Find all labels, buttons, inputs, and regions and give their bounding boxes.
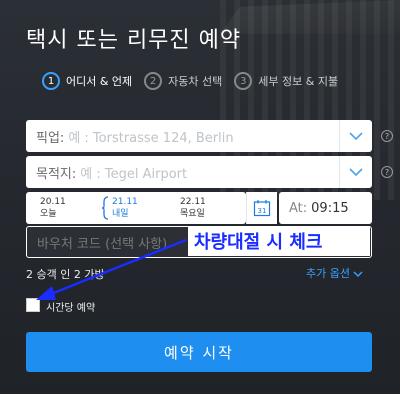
destination-placeholder: 예 : Tegel Airport (80, 166, 188, 182)
hourly-checkbox[interactable] (26, 298, 40, 312)
date-option-tomorrow[interactable]: 21.11 내일 (112, 196, 138, 220)
date-day: 내일 (112, 209, 129, 219)
date-value: 21.11 (112, 197, 138, 207)
calendar-day: 31 (258, 207, 267, 215)
step-number: 3 (234, 72, 253, 90)
hourly-label: 시간당 예약 (46, 303, 96, 314)
date-value: 22.11 (180, 197, 206, 207)
step-number: 2 (144, 72, 163, 90)
time-field[interactable]: At: 09:15 (279, 192, 372, 224)
step-car-select[interactable]: 2 자동차 선택 (144, 72, 222, 90)
date-picker: 20.11 오늘 21.11 내일 22.11 목요일 (26, 192, 246, 224)
step-label: 자동차 선택 (168, 75, 223, 88)
date-value: 20.11 (40, 197, 66, 207)
step-details-payment[interactable]: 3 세부 정보 & 지불 (234, 72, 338, 90)
date-option-today[interactable]: 20.11 오늘 (40, 196, 66, 220)
passenger-summary[interactable]: 2 승객 인 2 가방 (26, 266, 105, 282)
help-icon[interactable]: ? (381, 166, 393, 178)
chevron-down-icon[interactable] (339, 120, 372, 152)
selection-bracket-icon (102, 196, 109, 220)
chevron-down-icon[interactable] (339, 156, 372, 188)
step-indicator: 1 어디서 & 언제 2 자동차 선택 3 세부 정보 & 지불 (42, 72, 350, 90)
date-day: 오늘 (40, 209, 57, 219)
time-prefix: At: (289, 200, 308, 216)
more-options-link[interactable]: 추가 옵션 (306, 265, 363, 281)
date-day: 목요일 (180, 209, 205, 219)
chevron-down-icon (353, 271, 363, 277)
pickup-placeholder: 예 : Torstrasse 124, Berlin (68, 130, 234, 146)
time-value: 09:15 (311, 200, 349, 216)
more-options-label: 추가 옵션 (306, 267, 350, 280)
destination-label: 목적지: (36, 166, 77, 182)
destination-field[interactable]: 목적지: 예 : Tegel Airport (26, 156, 372, 188)
step-number: 1 (42, 72, 60, 90)
start-booking-button[interactable]: 예약 시작 (26, 332, 372, 372)
calendar-icon: 31 (253, 200, 271, 217)
annotation-label: 차량대절 시 체크 (188, 226, 370, 256)
step-label: 어디서 & 언제 (66, 75, 133, 88)
date-option-thursday[interactable]: 22.11 목요일 (180, 196, 206, 220)
page-title: 택시 또는 리무진 예약 (26, 28, 242, 53)
help-icon[interactable]: ? (381, 130, 393, 142)
step-label: 세부 정보 & 지불 (258, 75, 339, 88)
pickup-label: 픽업: (36, 130, 65, 146)
pickup-field[interactable]: 픽업: 예 : Torstrasse 124, Berlin (26, 120, 372, 152)
step-where-when[interactable]: 1 어디서 & 언제 (42, 72, 132, 90)
calendar-button[interactable]: 31 (246, 192, 277, 224)
